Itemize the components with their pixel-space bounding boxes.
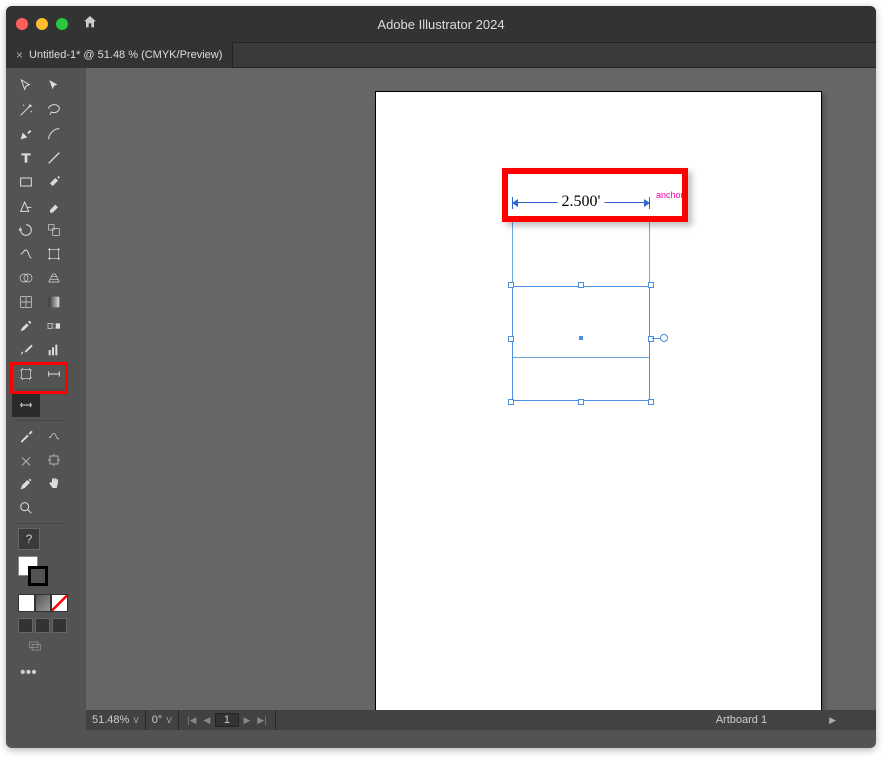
artboard-navigation: |◀ ◀ 1 ▶ ▶|	[179, 710, 276, 730]
edit-toolbar-button[interactable]: ?	[18, 528, 40, 550]
paintbrush-tool[interactable]	[40, 170, 68, 194]
next-artboard-button[interactable]: ▶	[240, 715, 254, 726]
handle-bottom-right[interactable]	[648, 399, 654, 405]
artboard-name-nav[interactable]: Artboard 1 ▶	[716, 714, 836, 726]
measure-tool-selected[interactable]	[12, 393, 40, 417]
artboard-number[interactable]: 1	[215, 713, 239, 727]
titlebar: Adobe Illustrator 2024	[6, 6, 876, 42]
selection-center-point	[579, 336, 583, 340]
selection-tool[interactable]	[12, 74, 40, 98]
zoom-level[interactable]: 51.48% ᐯ	[86, 710, 146, 730]
gradient-tool[interactable]	[40, 290, 68, 314]
draw-mode-buttons	[18, 618, 68, 633]
stroke-swatch[interactable]	[28, 566, 48, 586]
rotation-angle[interactable]: 0° ᐯ	[146, 710, 179, 730]
shaper-tool[interactable]	[12, 194, 40, 218]
color-mode-gradient[interactable]	[35, 594, 52, 612]
crop-tool[interactable]	[40, 448, 68, 472]
handle-mid-left[interactable]	[508, 336, 514, 342]
artboard-name: Artboard 1	[716, 714, 767, 726]
maximize-window-button[interactable]	[56, 18, 68, 30]
more-tools-button[interactable]: •••	[20, 664, 68, 682]
scale-tool[interactable]	[40, 218, 68, 242]
rotation-handle[interactable]	[660, 334, 668, 342]
handle-top-left[interactable]	[508, 282, 514, 288]
handle-mid-top[interactable]	[578, 282, 584, 288]
direct-selection-tool[interactable]	[40, 74, 68, 98]
symbol-sprayer-tool[interactable]	[12, 338, 40, 362]
chevron-down-icon: ᐯ	[166, 716, 171, 725]
draw-normal[interactable]	[18, 618, 33, 633]
draw-behind[interactable]	[35, 618, 50, 633]
canvas-area[interactable]: 2.500' anchor	[86, 68, 876, 710]
magic-wand-tool[interactable]	[12, 98, 40, 122]
lasso-tool[interactable]	[40, 98, 68, 122]
main-area: ? •••	[6, 68, 876, 730]
window-controls	[16, 18, 68, 30]
close-tab-icon[interactable]: ×	[16, 48, 23, 62]
shape-builder-tool[interactable]	[12, 266, 40, 290]
zoom-value: 51.48%	[92, 714, 129, 726]
status-bar: 51.48% ᐯ 0° ᐯ |◀ ◀ 1 ▶ ▶| Artboard 1 ▶	[86, 710, 876, 730]
fill-stroke-control[interactable]	[18, 556, 58, 588]
document-tabs: × Untitled-1* @ 51.48 % (CMYK/Preview)	[6, 42, 876, 68]
close-window-button[interactable]	[16, 18, 28, 30]
last-artboard-button[interactable]: ▶|	[255, 715, 269, 726]
dimension-highlight-callout	[502, 168, 688, 222]
line-segment-tool[interactable]	[40, 146, 68, 170]
draw-inside[interactable]	[52, 618, 67, 633]
rotate-tool[interactable]	[12, 218, 40, 242]
prev-artboard-button[interactable]: ◀	[200, 715, 214, 726]
color-mode-none[interactable]	[51, 594, 68, 612]
home-icon[interactable]	[82, 14, 98, 35]
tools-panel: ? •••	[8, 68, 86, 730]
app-window: Adobe Illustrator 2024 × Untitled-1* @ 5…	[6, 6, 876, 748]
eraser-tool[interactable]	[40, 194, 68, 218]
pan-tool[interactable]	[40, 472, 68, 496]
curvature-tool[interactable]	[40, 122, 68, 146]
nav-next-icon[interactable]: ▶	[829, 715, 836, 726]
free-transform-tool[interactable]	[40, 242, 68, 266]
first-artboard-button[interactable]: |◀	[185, 715, 199, 726]
perspective-grid-tool[interactable]	[40, 266, 68, 290]
handle-mid-bottom[interactable]	[578, 399, 584, 405]
print-tiling-tool[interactable]	[40, 424, 68, 448]
color-mode-buttons	[18, 594, 68, 612]
screen-mode-button[interactable]	[26, 639, 68, 658]
color-mode-solid[interactable]	[18, 594, 35, 612]
chevron-down-icon: ᐯ	[133, 716, 138, 725]
hand-tool[interactable]	[12, 472, 40, 496]
minimize-window-button[interactable]	[36, 18, 48, 30]
slice-tool[interactable]	[12, 424, 40, 448]
type-tool[interactable]	[12, 146, 40, 170]
document-tab-label: Untitled-1* @ 51.48 % (CMYK/Preview)	[29, 49, 222, 61]
measure-tool-highlight	[10, 362, 68, 394]
width-tool[interactable]	[12, 242, 40, 266]
hand-base-tool[interactable]	[12, 448, 40, 472]
app-title: Adobe Illustrator 2024	[377, 17, 504, 32]
handle-mid-right[interactable]	[648, 336, 654, 342]
column-graph-tool[interactable]	[40, 338, 68, 362]
pen-tool[interactable]	[12, 122, 40, 146]
selection-bounding-box	[512, 286, 650, 401]
document-tab[interactable]: × Untitled-1* @ 51.48 % (CMYK/Preview)	[6, 42, 233, 68]
rotation-value: 0°	[152, 714, 163, 726]
eyedropper-tool[interactable]	[12, 314, 40, 338]
rectangle-tool[interactable]	[12, 170, 40, 194]
mesh-tool[interactable]	[12, 290, 40, 314]
zoom-tool[interactable]	[12, 496, 40, 520]
handle-top-right[interactable]	[648, 282, 654, 288]
blend-tool[interactable]	[40, 314, 68, 338]
handle-bottom-left[interactable]	[508, 399, 514, 405]
